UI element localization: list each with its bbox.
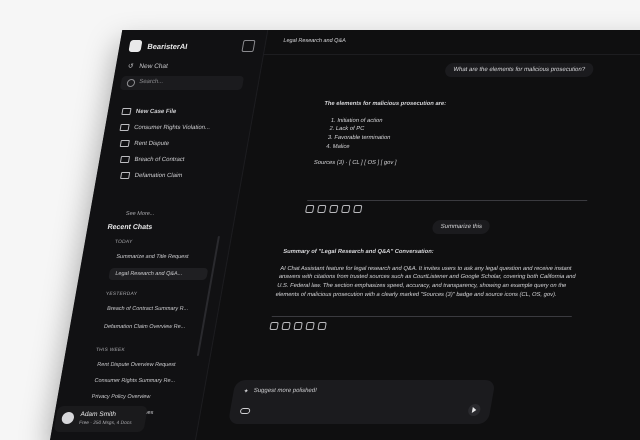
composer-input[interactable]: Suggest more polished! <box>253 388 317 394</box>
group-title-today: TODAY <box>114 240 133 245</box>
message-composer[interactable]: ✦ Suggest more polished! <box>227 380 496 424</box>
sidebar: BearisterAI ↺ New Chat Search... New Cas… <box>50 30 269 440</box>
copy-icon[interactable] <box>269 322 279 330</box>
group-title-yesterday: YESTERDAY <box>105 292 138 297</box>
user-message: Summarize this <box>431 220 492 234</box>
search-icon <box>126 79 136 87</box>
avatar <box>60 412 75 424</box>
recent-chats-title: Recent Chats <box>106 224 153 231</box>
case-file-label: Rent Dispute <box>133 140 170 147</box>
case-file-label: Breach of Contract <box>133 156 186 163</box>
search-placeholder: Search... <box>138 79 164 85</box>
logo-icon <box>128 40 143 52</box>
profile-plan: Free · 250 Msgs, 4 Docs <box>78 421 132 426</box>
profile-name: Adam Smith <box>79 411 117 418</box>
user-message: What are the elements for malicious pros… <box>444 63 595 77</box>
folder-icon <box>120 172 131 179</box>
profile-card[interactable]: Adam Smith Free · 250 Msgs, 4 Docs <box>53 406 148 432</box>
folder-icon <box>119 124 130 131</box>
case-file-item[interactable]: Defamation Claim <box>120 172 183 179</box>
see-more-link[interactable]: See More... <box>125 211 154 217</box>
folder-icon <box>119 156 131 163</box>
new-chat-label: New Chat <box>138 62 169 70</box>
message-actions <box>269 322 327 330</box>
refresh-icon[interactable] <box>341 205 351 213</box>
recent-chat-item[interactable]: Rent Dispute Overview Request <box>97 362 184 368</box>
new-case-file-label: New Case File <box>135 108 177 115</box>
thumbs-down-icon[interactable] <box>293 322 303 330</box>
elements-list: Initiation of action Lack of PC Favorabl… <box>316 117 582 152</box>
refresh-icon[interactable] <box>305 322 315 330</box>
case-file-label: Defamation Claim <box>134 172 183 179</box>
sparkle-icon: ✦ <box>242 389 250 395</box>
folder-plus-icon <box>121 108 132 115</box>
folder-icon <box>119 140 130 147</box>
app-name: BearisterAI <box>146 41 189 51</box>
recent-chat-item[interactable]: Breach of Contract Summary R... <box>107 306 194 312</box>
assistant-heading: The elements for malicious prosecution a… <box>323 101 447 107</box>
list-item: Malice <box>332 143 578 152</box>
case-file-item[interactable]: Consumer Rights Violation... <box>119 124 211 131</box>
recent-chat-item[interactable]: Privacy Policy Overview <box>91 394 178 400</box>
recent-chat-item[interactable]: Consumer Rights Summary Re... <box>94 378 181 384</box>
new-chat-button[interactable]: ↺ New Chat <box>127 62 169 71</box>
attach-icon[interactable] <box>239 408 251 414</box>
summary-heading: Summary of "Legal Research and Q&A" Conv… <box>282 249 435 255</box>
list-item: Lack of PC <box>335 125 581 134</box>
case-file-item[interactable]: Breach of Contract <box>119 156 186 163</box>
app-window: BearisterAI ↺ New Chat Search... New Cas… <box>50 30 640 440</box>
brand: BearisterAI <box>128 40 188 52</box>
copy-icon[interactable] <box>305 205 315 213</box>
assistant-message: The elements for malicious prosecution a… <box>313 100 585 168</box>
case-file-item[interactable]: Rent Dispute <box>119 140 170 147</box>
topbar: Legal Research and Q&A ⋯ <box>262 30 640 55</box>
list-item: Favorable termination <box>333 134 579 143</box>
share-icon[interactable] <box>353 205 363 213</box>
conversation-title: Legal Research and Q&A <box>282 38 347 44</box>
list-item: Initiation of action <box>336 117 582 126</box>
recent-chat-item-active[interactable]: Legal Research and Q&A... <box>108 268 209 280</box>
new-case-file-button[interactable]: New Case File <box>121 108 177 115</box>
recent-chat-item[interactable]: Defamation Claim Overview Re... <box>103 324 190 330</box>
collapse-sidebar-icon[interactable] <box>241 40 256 52</box>
recent-chat-item[interactable]: Summarize and Title Request <box>116 254 203 260</box>
thumbs-up-icon[interactable] <box>281 322 291 330</box>
thumbs-down-icon[interactable] <box>329 205 339 213</box>
divider <box>271 316 572 317</box>
case-file-label: Consumer Rights Violation... <box>133 124 211 131</box>
assistant-summary: Summary of "Legal Research and Q&A" Conv… <box>275 248 584 299</box>
summary-body: AI Chat Assistant feature for legal rese… <box>275 265 576 298</box>
search-input[interactable]: Search... <box>119 76 245 90</box>
new-chat-icon: ↺ <box>127 63 134 70</box>
thumbs-up-icon[interactable] <box>317 205 327 213</box>
group-title-this-week: THIS WEEK <box>95 348 126 353</box>
divider <box>307 200 588 201</box>
sources-badge[interactable]: Sources (3) · [ CL ] [ OS ] [ gov ] <box>313 159 575 168</box>
message-actions <box>305 205 363 213</box>
share-icon[interactable] <box>317 322 327 330</box>
screenshot-stage: BearisterAI ↺ New Chat Search... New Cas… <box>10 10 640 440</box>
send-button[interactable] <box>467 404 482 416</box>
